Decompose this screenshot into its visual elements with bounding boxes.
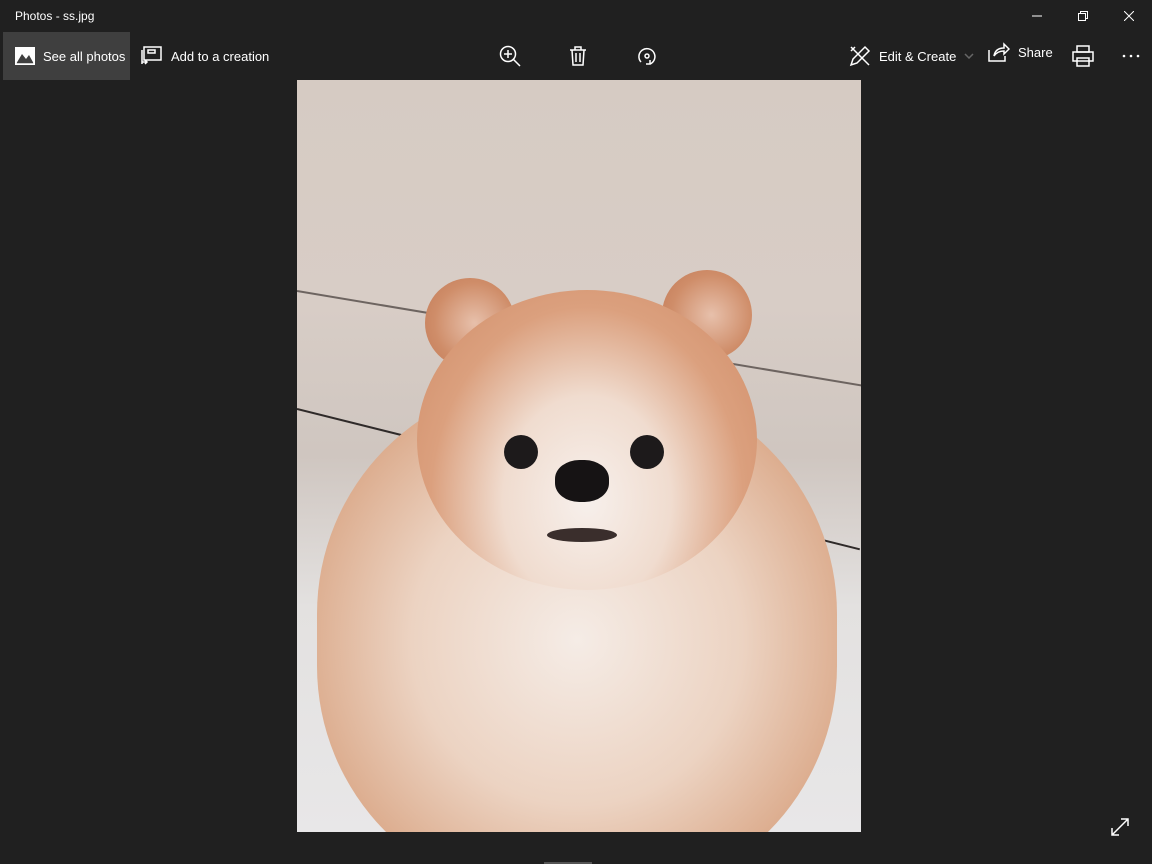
zoom-button[interactable] bbox=[499, 32, 521, 80]
more-icon bbox=[1122, 54, 1140, 58]
edit-create-button[interactable]: Edit & Create bbox=[849, 32, 974, 80]
expand-icon bbox=[1111, 818, 1129, 836]
add-to-creation-label: Add to a creation bbox=[171, 48, 270, 64]
dog-mouth bbox=[547, 528, 617, 542]
title-bar: Photos - ss.jpg bbox=[0, 0, 1152, 32]
fullscreen-button[interactable] bbox=[1110, 817, 1130, 842]
dog-head bbox=[417, 290, 757, 590]
share-icon bbox=[988, 42, 1010, 62]
photo-dog bbox=[297, 80, 861, 832]
delete-button[interactable] bbox=[569, 32, 587, 80]
edit-pencil-icon bbox=[849, 45, 871, 67]
chevron-down-icon bbox=[964, 53, 974, 59]
share-label: Share bbox=[1018, 44, 1053, 60]
toolbar: See all photos Add to a creation Edit & … bbox=[0, 32, 1152, 80]
dog-eye-left bbox=[504, 435, 538, 469]
trash-icon bbox=[570, 46, 586, 66]
zoom-in-icon bbox=[499, 45, 521, 67]
photo-icon bbox=[15, 47, 35, 65]
add-to-creation-button[interactable]: Add to a creation bbox=[141, 32, 269, 80]
dog-nose bbox=[555, 460, 609, 502]
add-to-creation-icon bbox=[141, 46, 162, 65]
see-all-photos-button[interactable]: See all photos bbox=[3, 32, 130, 80]
see-all-photos-label: See all photos bbox=[43, 48, 126, 64]
dog-eye-right bbox=[630, 435, 664, 469]
close-button[interactable] bbox=[1106, 0, 1152, 32]
rotate-button[interactable] bbox=[636, 32, 658, 80]
close-icon bbox=[1124, 11, 1134, 21]
restore-button[interactable] bbox=[1060, 0, 1106, 32]
edit-create-label: Edit & Create bbox=[879, 48, 957, 64]
more-options-button[interactable] bbox=[1122, 32, 1140, 80]
restore-icon bbox=[1078, 11, 1088, 21]
minimize-icon bbox=[1032, 15, 1042, 17]
share-button[interactable]: Share bbox=[988, 28, 1053, 76]
print-button[interactable] bbox=[1072, 32, 1094, 80]
printer-icon bbox=[1072, 45, 1094, 67]
rotate-icon bbox=[638, 47, 656, 65]
window-title: Photos - ss.jpg bbox=[15, 9, 95, 23]
